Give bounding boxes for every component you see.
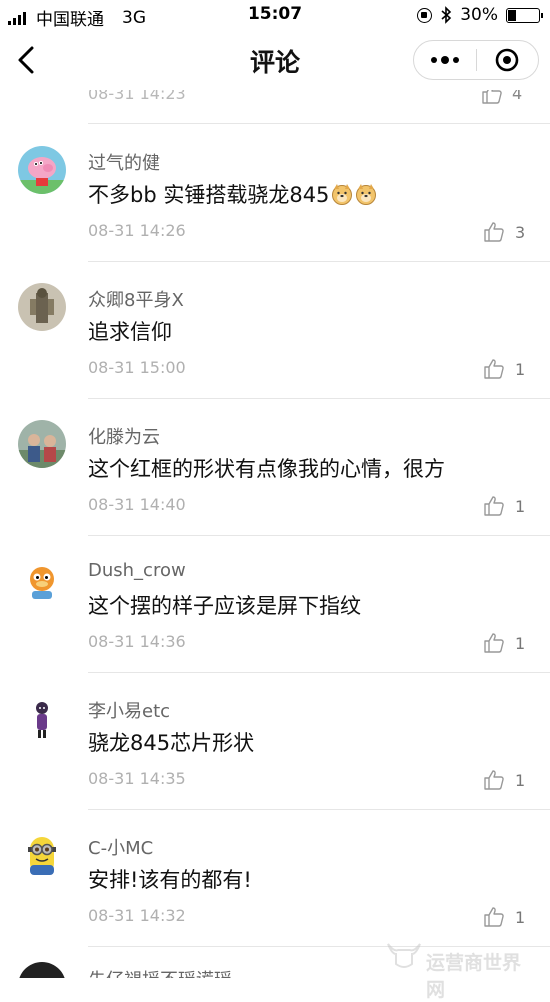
comment-time: 08-31 14:23 (88, 90, 186, 103)
comment-time: 08-31 14:26 (88, 221, 186, 240)
watermark-text: 运营商世界网 (426, 952, 522, 1001)
comment-username[interactable]: 众卿8平身X (88, 286, 184, 312)
thumbs-up-icon (484, 359, 504, 379)
bluetooth-icon (441, 6, 452, 24)
comment-item: 李小易etc 骁龙845芯片形状 08-31 14:35 1 (0, 672, 550, 809)
comment-username[interactable]: 过气的健 (88, 149, 160, 175)
comment-time: 08-31 14:40 (88, 495, 186, 514)
status-bar: 中国联通 3G 15:07 30% (0, 0, 550, 30)
close-button[interactable] (477, 41, 538, 79)
bull-logo-icon (387, 943, 421, 968)
more-dots-icon (429, 56, 461, 64)
comment-username[interactable]: C-小MC (88, 834, 153, 860)
like-button[interactable]: 3 (482, 219, 532, 245)
avatar[interactable] (18, 146, 66, 194)
comment-username[interactable]: Dush_crow (88, 560, 186, 581)
like-count: 3 (515, 222, 526, 242)
more-button[interactable] (414, 41, 476, 79)
comment-time: 08-31 15:00 (88, 358, 186, 377)
comment-item: 众卿8平身X 追求信仰 08-31 15:00 1 (0, 261, 550, 398)
avatar[interactable] (18, 557, 66, 605)
avatar[interactable] (18, 962, 66, 978)
like-count: 4 (512, 90, 523, 103)
list-item-partial: 08-31 14:23 4 (0, 90, 550, 124)
thumbs-up-icon (484, 633, 504, 653)
rotation-lock-icon (417, 7, 433, 23)
like-button[interactable]: 1 (482, 493, 532, 519)
avatar[interactable] (18, 420, 66, 468)
comment-username[interactable]: 李小易etc (88, 697, 170, 723)
mini-program-capsule (413, 40, 539, 80)
like-count: 1 (515, 907, 526, 927)
like-button[interactable]: 1 (482, 904, 532, 930)
like-count: 1 (515, 770, 526, 790)
comment-item: Dush_crow 这个摆的样子应该是屏下指纹 08-31 14:36 1 (0, 535, 550, 672)
back-button[interactable] (12, 42, 44, 78)
doge-emoji-icon (356, 184, 377, 205)
comment-text: 这个摆的样子应该是屏下指纹 (88, 594, 361, 618)
nav-bar: 评论 (0, 30, 550, 90)
thumbs-up-icon (484, 222, 504, 242)
thumbs-up-icon[interactable] (480, 90, 504, 110)
watermark: 运营商世界网 (386, 938, 536, 1001)
battery-icon (506, 7, 543, 23)
comment-time: 08-31 14:36 (88, 632, 186, 651)
comment-text: 骁龙845芯片形状 (88, 731, 255, 755)
battery-percent: 30% (460, 5, 498, 25)
chevron-left-icon (18, 46, 34, 74)
like-count: 1 (515, 496, 526, 516)
doge-emoji-icon (332, 184, 353, 205)
comment-text: 这个红框的形状有点像我的心情，很方 (88, 457, 445, 481)
comment-time: 08-31 14:35 (88, 769, 186, 788)
comment-text: 不多bb 实锤搭载骁龙845 (88, 179, 377, 209)
comment-item: 化滕为云 这个红框的形状有点像我的心情，很方 08-31 14:40 1 (0, 398, 550, 535)
comment-text-body: 不多bb 实锤搭载骁龙845 (88, 183, 330, 207)
like-count: 1 (515, 359, 526, 379)
comment-time: 08-31 14:32 (88, 906, 186, 925)
like-button[interactable]: 1 (482, 767, 532, 793)
avatar[interactable] (18, 694, 66, 742)
like-button[interactable]: 1 (482, 356, 532, 382)
thumbs-up-icon (484, 907, 504, 927)
thumbs-up-icon (484, 770, 504, 790)
target-close-icon (496, 48, 519, 72)
comment-username[interactable]: 化滕为云 (88, 423, 160, 449)
avatar[interactable] (18, 831, 66, 879)
battery-fill (508, 9, 516, 21)
status-right: 30% (417, 5, 543, 25)
like-count: 1 (515, 633, 526, 653)
like-button[interactable]: 1 (482, 630, 532, 656)
avatar[interactable] (18, 283, 66, 331)
comment-item: 过气的健 不多bb 实锤搭载骁龙845 08-31 14:26 3 (0, 124, 550, 261)
thumbs-up-icon (484, 496, 504, 516)
comment-text: 追求信仰 (88, 320, 172, 344)
comment-username[interactable]: 先仔褪摇不瑶谎瑶 (88, 966, 232, 978)
comment-item: C-小MC 安排!该有的都有! 08-31 14:32 1 (0, 809, 550, 946)
comment-text: 安排!该有的都有! (88, 868, 252, 892)
